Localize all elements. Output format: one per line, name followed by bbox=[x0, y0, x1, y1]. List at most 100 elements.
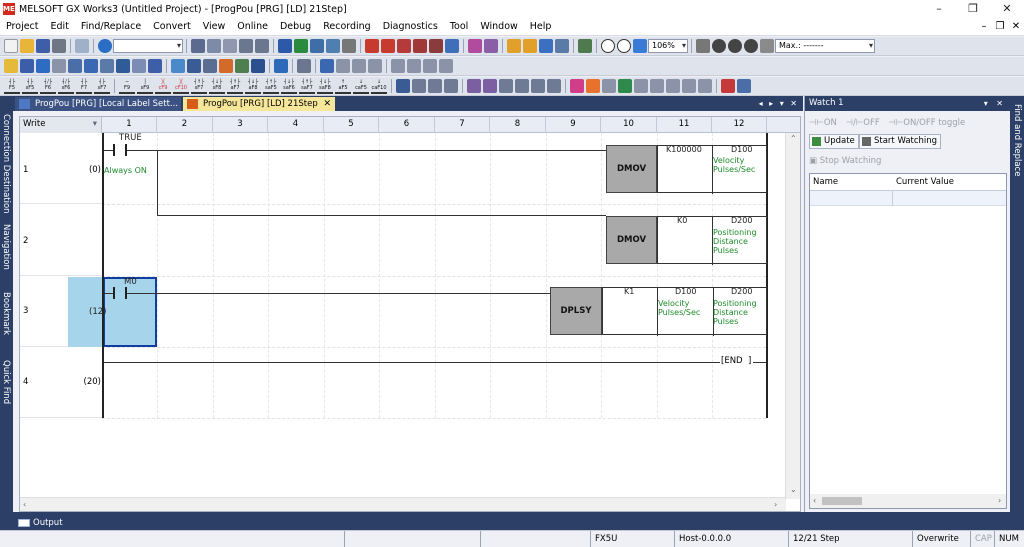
instruction-icon[interactable] bbox=[412, 79, 426, 93]
element-selection-icon[interactable] bbox=[100, 59, 114, 73]
label-display-icon[interactable] bbox=[682, 79, 696, 93]
device-memory-icon[interactable] bbox=[52, 59, 66, 73]
global-label-icon[interactable] bbox=[148, 59, 162, 73]
cut-icon[interactable] bbox=[191, 39, 205, 53]
menu-online[interactable]: Online bbox=[231, 18, 274, 36]
jump-icon[interactable] bbox=[336, 59, 350, 73]
instruction-dmov-1[interactable]: DMOV bbox=[606, 145, 657, 193]
horizontal-scrollbar[interactable]: ‹ › bbox=[20, 497, 786, 511]
fkey-10[interactable]: ┤↑├ sF7 bbox=[191, 79, 207, 94]
line-delete-icon[interactable] bbox=[483, 79, 497, 93]
device-list-icon[interactable] bbox=[539, 39, 553, 53]
device-batch-icon[interactable] bbox=[507, 39, 521, 53]
verify-icon[interactable] bbox=[235, 59, 249, 73]
scroll-left-icon[interactable]: ‹ bbox=[813, 496, 816, 505]
menu-window[interactable]: Window bbox=[474, 18, 523, 36]
column-icon[interactable] bbox=[407, 59, 421, 73]
menu-find-replace[interactable]: Find/Replace bbox=[75, 18, 147, 36]
tab-ladder-program[interactable]: ProgPou [PRG] [LD] 21Step ✕ bbox=[183, 97, 335, 111]
scroll-right-icon[interactable]: › bbox=[998, 496, 1001, 505]
device-display-icon[interactable] bbox=[219, 59, 233, 73]
operand-source[interactable]: K100000 bbox=[666, 145, 702, 154]
fkey-20[interactable]: ↓ caF10 bbox=[371, 79, 387, 94]
step-icon[interactable] bbox=[737, 79, 751, 93]
stop-watching-button[interactable]: ▣ Stop Watching bbox=[809, 153, 881, 169]
tab-controls[interactable]: ◂ ▸ ▾ ✕ bbox=[759, 96, 799, 111]
remote-operation-icon[interactable] bbox=[413, 39, 427, 53]
compile-icon[interactable] bbox=[342, 39, 356, 53]
scroll-down-icon[interactable]: ⌄ bbox=[790, 485, 797, 494]
breakpoint-icon[interactable] bbox=[721, 79, 735, 93]
line-mode-icon[interactable] bbox=[251, 59, 265, 73]
update-button[interactable]: Update bbox=[809, 134, 859, 149]
function-icon[interactable] bbox=[396, 79, 410, 93]
zoom-in-icon[interactable] bbox=[601, 39, 615, 53]
tab-local-label-settings[interactable]: ProgPou [PRG] [Local Label Sett... bbox=[15, 97, 181, 111]
print-icon[interactable] bbox=[52, 39, 66, 53]
drawer-quick-find[interactable]: Quick Find bbox=[1, 360, 11, 404]
layout-icon[interactable] bbox=[439, 59, 453, 73]
fkey-13[interactable]: ┤↓├ aF8 bbox=[245, 79, 261, 94]
menu-debug[interactable]: Debug bbox=[274, 18, 317, 36]
monitor-mode-icon[interactable] bbox=[696, 39, 710, 53]
zoom-combo[interactable]: 106% bbox=[648, 39, 688, 53]
grid-icon[interactable] bbox=[423, 59, 437, 73]
menu-convert[interactable]: Convert bbox=[147, 18, 197, 36]
convert-icon[interactable] bbox=[278, 39, 292, 53]
display-mode-icon[interactable] bbox=[634, 79, 648, 93]
convert-ladder-icon[interactable] bbox=[618, 79, 632, 93]
table-icon[interactable] bbox=[391, 59, 405, 73]
drawer-bookmark[interactable]: Bookmark bbox=[1, 292, 11, 335]
operand-source[interactable]: K0 bbox=[677, 216, 687, 225]
edit-mode-icon[interactable] bbox=[570, 79, 584, 93]
fkey-14[interactable]: ┤↑├ saF5 bbox=[263, 79, 279, 94]
help-icon[interactable] bbox=[98, 39, 112, 53]
fkey-16[interactable]: ┤↑├ saF7 bbox=[299, 79, 315, 94]
pulse-icon[interactable] bbox=[547, 79, 561, 93]
menu-recording[interactable]: Recording bbox=[317, 18, 377, 36]
fkey-11[interactable]: ┤↓├ sF8 bbox=[209, 79, 225, 94]
contact-m0[interactable] bbox=[104, 287, 136, 299]
online-change-icon[interactable] bbox=[429, 39, 443, 53]
off-button[interactable]: ⊣/⊢OFF bbox=[846, 118, 880, 128]
edit-mode-dropdown[interactable]: Write bbox=[20, 117, 102, 133]
open-folder-icon[interactable] bbox=[20, 39, 34, 53]
start-all-monitor-icon[interactable] bbox=[744, 39, 758, 53]
statement-icon[interactable] bbox=[187, 59, 201, 73]
copy-icon[interactable] bbox=[207, 39, 221, 53]
invert-icon[interactable] bbox=[586, 79, 600, 93]
scroll-left-icon[interactable]: ‹ bbox=[23, 500, 26, 509]
mdi-close-button[interactable]: ✕ bbox=[1008, 18, 1024, 36]
fb-icon[interactable] bbox=[428, 79, 442, 93]
save-icon[interactable] bbox=[36, 39, 50, 53]
fkey-0[interactable]: ┤├ F5 bbox=[4, 79, 20, 94]
fkey-2[interactable]: ┤/├ F6 bbox=[40, 79, 56, 94]
cross-ref-icon[interactable] bbox=[523, 39, 537, 53]
replace-device-icon[interactable] bbox=[320, 59, 334, 73]
new-file-icon[interactable] bbox=[4, 39, 18, 53]
read-plc-icon[interactable] bbox=[381, 39, 395, 53]
fkey-19[interactable]: ↓ caF5 bbox=[353, 79, 369, 94]
operand-2[interactable]: D100 bbox=[675, 287, 696, 296]
device-comment-icon[interactable] bbox=[602, 79, 616, 93]
vertical-scrollbar[interactable]: ⌃ ⌄ bbox=[785, 133, 800, 499]
note-display-icon[interactable] bbox=[666, 79, 680, 93]
inline-st-icon[interactable] bbox=[444, 79, 458, 93]
start-monitor-icon[interactable] bbox=[712, 39, 726, 53]
comment-icon[interactable] bbox=[171, 59, 185, 73]
fkey-1[interactable]: ┤├ sF5 bbox=[22, 79, 38, 94]
close-bracket-icon[interactable] bbox=[515, 79, 529, 93]
contact-true[interactable] bbox=[104, 144, 136, 156]
watch-window-controls[interactable]: ▾ ✕ bbox=[984, 96, 1006, 111]
zoom-out-icon[interactable] bbox=[617, 39, 631, 53]
redo-edit-icon[interactable] bbox=[255, 39, 269, 53]
scroll-right-icon[interactable]: › bbox=[774, 500, 777, 509]
bookmark-icon[interactable] bbox=[352, 59, 366, 73]
operand-dest[interactable]: D200 bbox=[731, 216, 752, 225]
watch-table[interactable]: Name Current Value ‹ › bbox=[809, 173, 1007, 509]
label-icon[interactable] bbox=[36, 59, 50, 73]
fkey-9[interactable]: ╳ cF10 bbox=[173, 79, 189, 94]
write-plc-icon[interactable] bbox=[365, 39, 379, 53]
zoom-fit-icon[interactable] bbox=[633, 39, 647, 53]
end-instruction[interactable]: [END ] bbox=[721, 356, 751, 366]
